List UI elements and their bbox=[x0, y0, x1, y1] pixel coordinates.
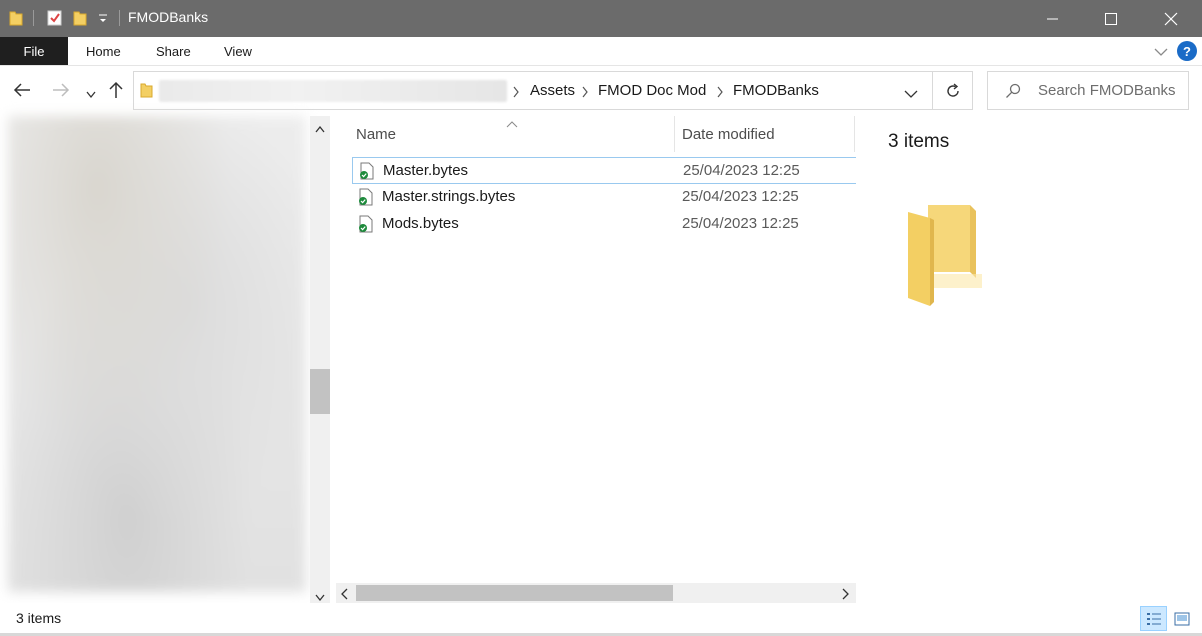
recent-locations-chevron-icon[interactable] bbox=[86, 86, 96, 104]
file-list-horizontal-scrollbar[interactable] bbox=[336, 583, 856, 603]
help-button[interactable]: ? bbox=[1177, 41, 1197, 61]
column-divider[interactable] bbox=[674, 116, 675, 152]
back-arrow-icon[interactable] bbox=[13, 83, 31, 102]
forward-arrow-icon[interactable] bbox=[52, 83, 70, 102]
navigation-bar: Assets FMOD Doc Mod FMODBanks Search FMO… bbox=[0, 66, 1202, 116]
breadcrumb-chevron-icon[interactable] bbox=[716, 85, 724, 103]
title-bar: FMODBanks bbox=[0, 0, 1202, 37]
file-date-modified: 25/04/2023 12:25 bbox=[682, 215, 799, 232]
breadcrumb-chevron-icon[interactable] bbox=[512, 85, 520, 103]
close-icon bbox=[1164, 12, 1178, 25]
breadcrumb-chevron-icon[interactable] bbox=[581, 85, 589, 103]
close-button[interactable] bbox=[1141, 0, 1201, 37]
file-synced-icon bbox=[358, 215, 374, 238]
redacted-tree bbox=[8, 116, 306, 592]
tab-file[interactable]: File bbox=[0, 37, 68, 65]
file-date-modified: 25/04/2023 12:25 bbox=[683, 162, 800, 179]
file-name: Master.strings.bytes bbox=[382, 188, 516, 205]
refresh-button[interactable] bbox=[932, 72, 973, 109]
folder-icon bbox=[9, 9, 23, 32]
maximize-icon bbox=[1105, 12, 1117, 25]
new-folder-icon[interactable] bbox=[73, 9, 87, 32]
scroll-thumb[interactable] bbox=[356, 585, 673, 601]
status-item-count: 3 items bbox=[16, 610, 62, 626]
address-bar[interactable]: Assets FMOD Doc Mod FMODBanks bbox=[133, 71, 973, 110]
ribbon-tabs: File Home Share View ? bbox=[0, 37, 1202, 66]
status-bar: 3 items bbox=[0, 603, 1202, 633]
up-arrow-icon[interactable] bbox=[109, 81, 123, 104]
address-history-chevron-icon[interactable] bbox=[904, 86, 918, 104]
file-explorer-window: FMODBanks File Home Share View ? Assets … bbox=[0, 0, 1202, 636]
search-placeholder: Search FMODBanks bbox=[1038, 82, 1176, 99]
breadcrumb-fmod-doc-mod[interactable]: FMOD Doc Mod bbox=[598, 82, 706, 99]
details-view-button[interactable] bbox=[1140, 606, 1167, 631]
details-item-count: 3 items bbox=[888, 131, 950, 152]
breadcrumb-assets[interactable]: Assets bbox=[530, 82, 575, 99]
details-pane: 3 items bbox=[856, 116, 1202, 603]
file-date-modified: 25/04/2023 12:25 bbox=[682, 188, 799, 205]
file-synced-icon bbox=[358, 188, 374, 211]
search-icon bbox=[1005, 83, 1021, 104]
file-synced-icon bbox=[359, 162, 375, 185]
search-field[interactable]: Search FMODBanks bbox=[987, 71, 1189, 110]
tab-view[interactable]: View bbox=[224, 37, 252, 65]
details-view-icon bbox=[1146, 612, 1161, 625]
list-item[interactable]: Mods.bytes 25/04/2023 12:25 bbox=[352, 211, 856, 238]
expand-ribbon-chevron-icon[interactable] bbox=[1154, 44, 1168, 62]
customize-toolbar-dropdown-icon[interactable] bbox=[97, 12, 109, 30]
window-title: FMODBanks bbox=[128, 9, 209, 25]
minimize-button[interactable] bbox=[1023, 0, 1083, 37]
title-separator bbox=[119, 10, 120, 26]
file-list[interactable]: Name Date modified Master.bytes 25/04/20… bbox=[330, 116, 856, 603]
title-separator bbox=[33, 10, 34, 26]
large-icons-view-button[interactable] bbox=[1168, 606, 1195, 631]
navigation-pane[interactable] bbox=[0, 116, 330, 603]
sort-ascending-icon bbox=[506, 116, 518, 134]
file-name: Master.bytes bbox=[383, 162, 469, 179]
refresh-icon bbox=[947, 82, 959, 97]
large-icons-view-icon bbox=[1174, 612, 1189, 625]
scroll-up-arrow-icon[interactable] bbox=[315, 121, 325, 139]
column-header-name[interactable]: Name bbox=[356, 126, 396, 143]
scroll-thumb[interactable] bbox=[310, 369, 330, 414]
breadcrumb-fmodbanks[interactable]: FMODBanks bbox=[733, 82, 819, 99]
maximize-button[interactable] bbox=[1081, 0, 1141, 37]
column-header-date-modified[interactable]: Date modified bbox=[682, 126, 775, 143]
list-item[interactable]: Master.bytes 25/04/2023 12:25 bbox=[352, 157, 856, 184]
folder-icon bbox=[140, 82, 153, 104]
file-name: Mods.bytes bbox=[382, 215, 459, 232]
properties-icon[interactable] bbox=[47, 9, 63, 32]
folder-icon bbox=[906, 202, 986, 317]
tab-share[interactable]: Share bbox=[156, 37, 191, 65]
navigation-pane-scrollbar[interactable] bbox=[310, 116, 330, 603]
tab-home[interactable]: Home bbox=[86, 37, 121, 65]
minimize-icon bbox=[1047, 18, 1058, 19]
column-divider[interactable] bbox=[854, 116, 855, 152]
redacted-path bbox=[159, 80, 507, 102]
list-item[interactable]: Master.strings.bytes 25/04/2023 12:25 bbox=[352, 184, 856, 211]
